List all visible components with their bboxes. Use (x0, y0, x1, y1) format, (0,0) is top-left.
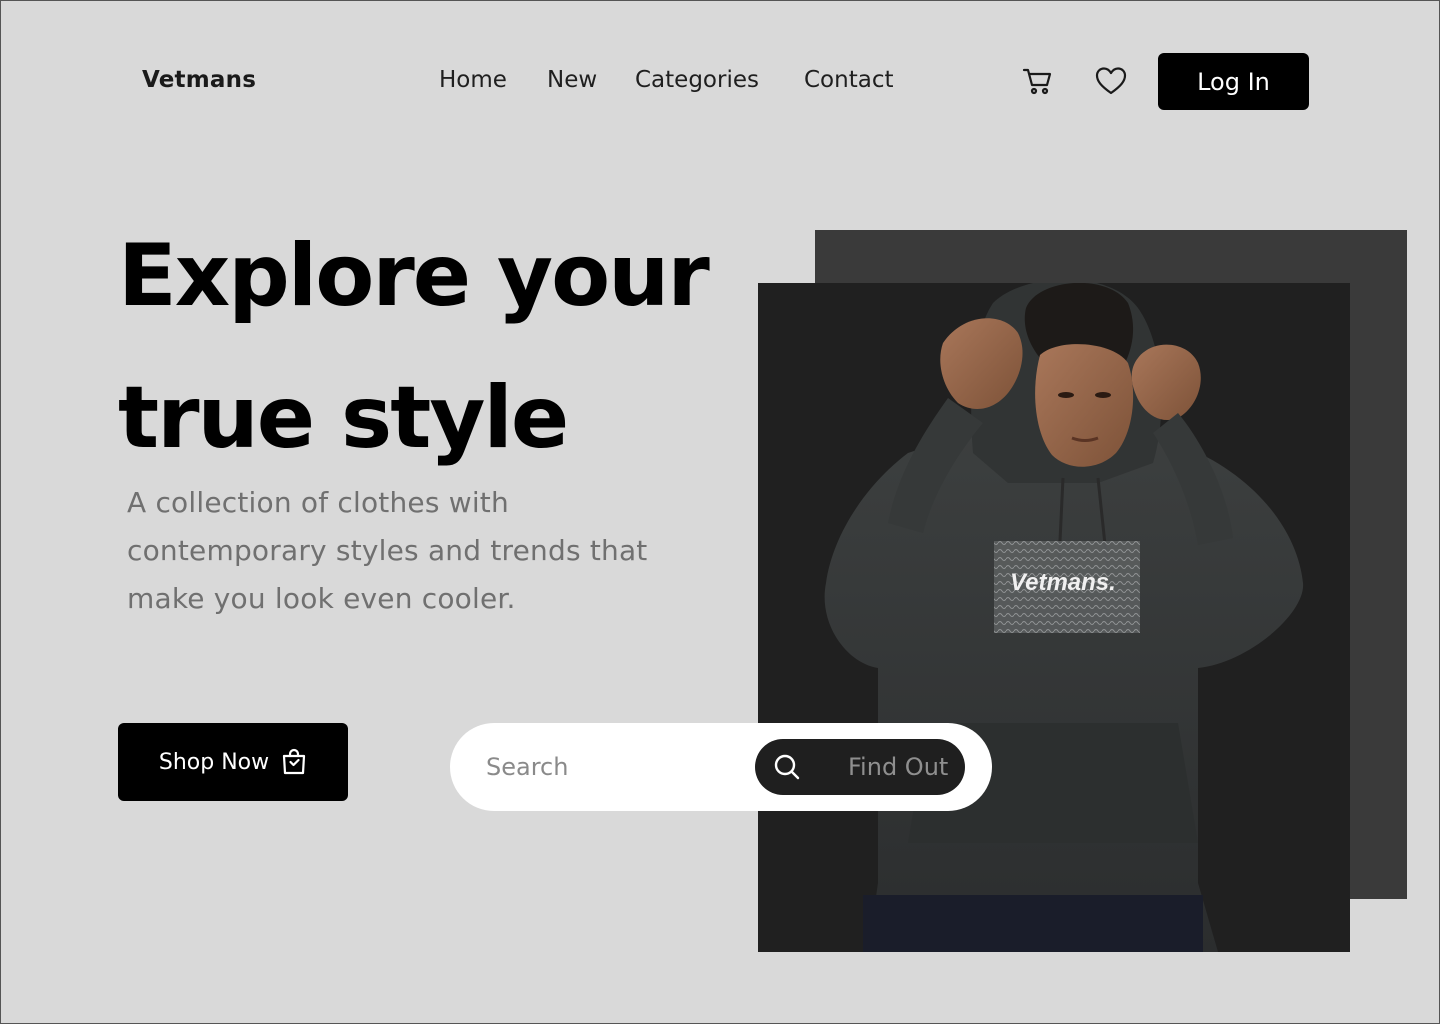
cart-button[interactable] (1020, 63, 1056, 99)
search-icon (774, 754, 800, 780)
search-bar: Find Out (450, 723, 992, 811)
shop-now-button[interactable]: Shop Now (118, 723, 348, 801)
model-image: Vetmans. (824, 283, 1304, 952)
hero-photo: Vetmans. (758, 283, 1350, 952)
shop-now-label: Shop Now (158, 749, 270, 775)
search-input[interactable] (486, 747, 746, 787)
nav-link-new[interactable]: New (547, 67, 597, 93)
heart-icon (1095, 67, 1127, 95)
nav-link-categories[interactable]: Categories (635, 67, 759, 93)
find-out-label: Find Out (848, 753, 949, 781)
hero-subtitle: A collection of clothes with contemporar… (127, 486, 648, 615)
favorites-button[interactable] (1093, 63, 1129, 99)
hero-headline: Explore your true style (118, 205, 758, 489)
headline-line-2: true style (118, 368, 569, 468)
nav-link-contact[interactable]: Contact (804, 67, 893, 93)
nav-link-home[interactable]: Home (439, 67, 507, 93)
brand-logo[interactable]: Vetmans (142, 67, 256, 93)
login-button[interactable]: Log In (1158, 53, 1309, 110)
find-out-button[interactable]: Find Out (755, 739, 965, 795)
cart-icon (1022, 68, 1052, 95)
hoodie-print-text: Vetmans. (1010, 569, 1116, 596)
shopping-bag-icon (283, 748, 306, 775)
headline-line-1: Explore your (118, 226, 710, 326)
